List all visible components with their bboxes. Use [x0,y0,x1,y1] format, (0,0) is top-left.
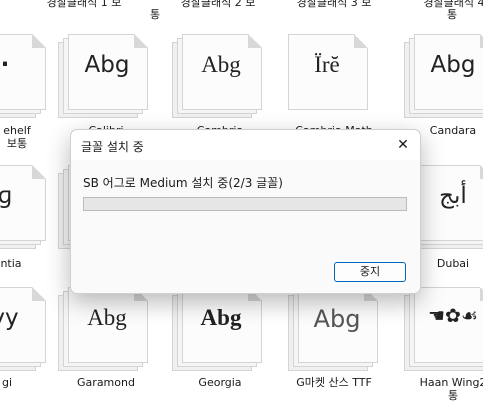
font-sample: Abg [200,305,242,330]
close-icon: ✕ [397,137,409,153]
install-progress-bar [83,197,407,211]
font-tile[interactable]: ☚✿☙ [404,287,483,371]
dialog-title: 글꼴 설치 중 [81,140,144,154]
font-sample: Ïrĕ [314,52,340,77]
top-caption: 경찰클래식 3 보 [296,0,372,9]
font-sample: Abg [313,305,361,333]
font-sample: Abg [430,52,476,78]
font-sample: Abg [84,52,130,78]
font-sample: Abg [201,52,241,77]
close-button[interactable]: ✕ [392,135,414,155]
font-tile[interactable]: Ïrĕ [288,34,380,118]
install-status: SB 어그로 Medium 설치 중(2/3 글꼴) [83,176,283,190]
font-tile[interactable]: Abg [404,34,483,118]
font-tile[interactable]: Abg [58,34,150,118]
font-caption: Georgia [198,376,242,389]
font-tile[interactable]: Abg [172,34,264,118]
font-tile[interactable]: Abg [288,287,380,371]
font-tile[interactable]: Abg [58,287,150,371]
font-tile[interactable]: · [0,34,48,118]
font-tile[interactable]: Abg [172,287,264,371]
font-tile[interactable]: ɡ [0,165,48,249]
stop-button[interactable]: 중지 [334,262,406,282]
font-caption: Haan Wing2 통 [419,376,483,402]
font-sample: · [0,52,10,78]
font-caption: G마켓 산스 TTF [296,376,372,389]
font-tile[interactable]: yy [0,287,48,371]
font-caption: ntia [0,257,22,270]
font-sample: ɡ [0,183,13,209]
font-caption: Garamond [77,376,135,389]
dialog-titlebar[interactable]: 글꼴 설치 중 ✕ [71,130,420,160]
font-sample: أبج [439,183,467,208]
top-caption: 통 [446,8,458,21]
font-sample: Abg [87,305,127,330]
font-sample: yy [0,305,19,331]
font-sample: ☚✿☙ [428,305,478,327]
top-caption: 통 [149,8,161,21]
install-dialog: 글꼴 설치 중 ✕ SB 어그로 Medium 설치 중(2/3 글꼴) 중지 [70,129,421,294]
